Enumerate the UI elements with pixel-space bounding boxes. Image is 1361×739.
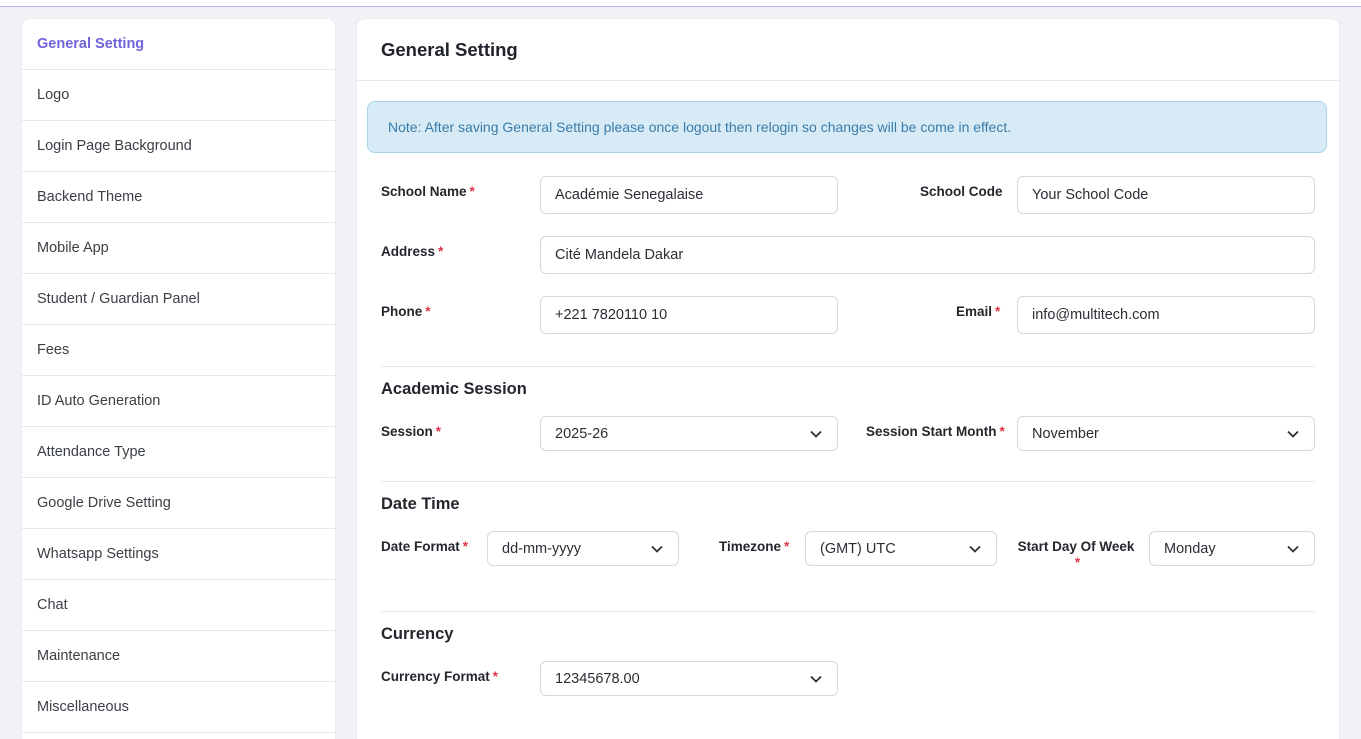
sidebar-item-logo[interactable]: Logo — [22, 70, 335, 121]
phone-label: Phone * — [381, 304, 431, 319]
start-day-of-week-label: Start Day Of Week * — [1017, 539, 1135, 570]
sidebar-item-login-page-background[interactable]: Login Page Background — [22, 121, 335, 172]
chevron-down-icon — [968, 542, 982, 556]
sidebar-item-mobile-app[interactable]: Mobile App — [22, 223, 335, 274]
required-mark: * — [425, 304, 431, 319]
required-mark: * — [784, 539, 790, 554]
date-format-select[interactable]: dd-mm-yyyy — [487, 531, 679, 566]
address-input[interactable]: Cité Mandela Dakar — [540, 236, 1315, 274]
chevron-down-icon — [809, 672, 823, 686]
page-title: General Setting — [357, 19, 1339, 81]
sidebar-item-fees[interactable]: Fees — [22, 325, 335, 376]
sidebar-item-google-drive-setting[interactable]: Google Drive Setting — [22, 478, 335, 529]
school-name-input[interactable]: Académie Senegalaise — [540, 176, 838, 214]
email-input[interactable]: info@multitech.com — [1017, 296, 1315, 334]
sidebar-item-id-auto-generation[interactable]: ID Auto Generation — [22, 376, 335, 427]
start-day-of-week-select[interactable]: Monday — [1149, 531, 1315, 566]
required-mark: * — [999, 424, 1005, 439]
sidebar-item-whatsapp-settings[interactable]: Whatsapp Settings — [22, 529, 335, 580]
sidebar-item-general-setting[interactable]: General Setting — [22, 19, 335, 70]
email-label: Email * — [956, 304, 1001, 319]
sidebar-item-maintenance[interactable]: Maintenance — [22, 631, 335, 682]
required-mark: * — [492, 669, 499, 684]
currency-heading: Currency — [381, 625, 454, 643]
sidebar-item-chat[interactable]: Chat — [22, 580, 335, 631]
section-divider — [381, 611, 1315, 612]
school-name-label: School Name * — [381, 184, 475, 199]
chevron-down-icon — [1286, 542, 1300, 556]
address-label: Address * — [381, 244, 444, 259]
session-start-month-select[interactable]: November — [1017, 416, 1315, 451]
section-divider — [381, 481, 1315, 482]
sidebar-item-student-guardian-panel[interactable]: Student / Guardian Panel — [22, 274, 335, 325]
sidebar-item-attendance-type[interactable]: Attendance Type — [22, 427, 335, 478]
chevron-down-icon — [1286, 427, 1300, 441]
required-mark: * — [469, 184, 475, 199]
chevron-down-icon — [650, 542, 664, 556]
settings-sidebar: General Setting Logo Login Page Backgrou… — [22, 19, 335, 739]
required-mark: * — [1074, 555, 1081, 570]
phone-input[interactable]: +221 7820110 10 — [540, 296, 838, 334]
general-setting-panel: General Setting Note: After saving Gener… — [357, 19, 1339, 739]
currency-format-select[interactable]: 12345678.00 — [540, 661, 838, 696]
academic-session-heading: Academic Session — [381, 380, 527, 398]
school-code-input[interactable]: Your School Code — [1017, 176, 1315, 214]
date-format-label: Date Format * — [381, 539, 469, 554]
required-mark: * — [438, 244, 444, 259]
timezone-label: Timezone * — [719, 539, 790, 554]
currency-format-label: Currency Format * — [381, 669, 499, 684]
sidebar-item-backend-theme[interactable]: Backend Theme — [22, 172, 335, 223]
top-accent-line — [0, 6, 1361, 7]
session-select[interactable]: 2025-26 — [540, 416, 838, 451]
section-divider — [381, 366, 1315, 367]
session-start-month-label: Session Start Month * — [866, 424, 1005, 439]
chevron-down-icon — [809, 427, 823, 441]
required-mark: * — [462, 539, 469, 554]
required-mark: * — [435, 424, 442, 439]
info-note: Note: After saving General Setting pleas… — [367, 101, 1327, 153]
session-label: Session * — [381, 424, 442, 439]
date-time-heading: Date Time — [381, 495, 460, 513]
school-code-label: School Code — [920, 184, 1003, 199]
required-mark: * — [995, 304, 1001, 319]
timezone-select[interactable]: (GMT) UTC — [805, 531, 997, 566]
sidebar-item-miscellaneous[interactable]: Miscellaneous — [22, 682, 335, 733]
